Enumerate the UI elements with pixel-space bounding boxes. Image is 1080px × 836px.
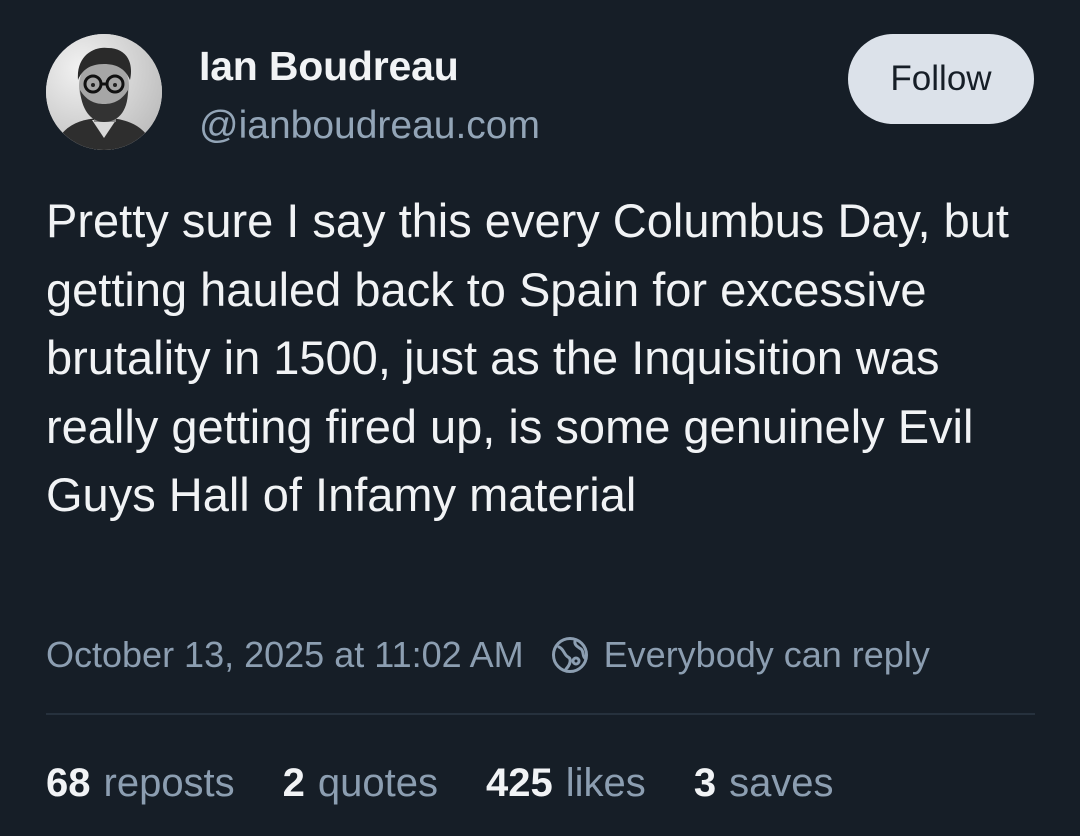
stat-count: 3: [693, 760, 717, 805]
stat-reposts[interactable]: 68 reposts: [46, 761, 235, 806]
stat-label: reposts: [103, 760, 235, 805]
author-info: Ian Boudreau @ianboudreau.com: [199, 42, 540, 152]
stat-label: quotes: [317, 760, 439, 805]
avatar[interactable]: [46, 34, 162, 150]
stat-likes[interactable]: 425 likes: [486, 761, 646, 806]
engagement-stats: 68 reposts 2 quotes 425 likes 3 saves: [46, 755, 882, 811]
post-header: Ian Boudreau @ianboudreau.com Follow: [46, 34, 1036, 152]
globe-icon: [551, 637, 588, 673]
stat-quotes[interactable]: 2 quotes: [283, 761, 438, 806]
stat-count: 68: [46, 760, 91, 805]
author-handle[interactable]: @ianboudreau.com: [199, 100, 540, 152]
stat-label: saves: [729, 760, 834, 805]
author-display-name[interactable]: Ian Boudreau: [199, 42, 540, 90]
stat-count: 2: [282, 760, 305, 805]
avatar-portrait-icon: [46, 34, 162, 150]
post-text: Pretty sure I say this every Columbus Da…: [46, 194, 1009, 521]
reply-setting[interactable]: Everybody can reply: [604, 634, 930, 676]
follow-button[interactable]: Follow: [848, 34, 1034, 124]
post-card: Ian Boudreau @ianboudreau.com Follow Pre…: [0, 0, 1080, 836]
post-meta: October 13, 2025 at 11:02 AM Everybody c…: [46, 628, 930, 682]
stat-saves[interactable]: 3 saves: [694, 761, 834, 806]
stat-label: likes: [565, 760, 646, 805]
divider: [46, 713, 1035, 715]
post-timestamp[interactable]: October 13, 2025 at 11:02 AM: [46, 634, 524, 676]
stat-count: 425: [486, 760, 553, 805]
